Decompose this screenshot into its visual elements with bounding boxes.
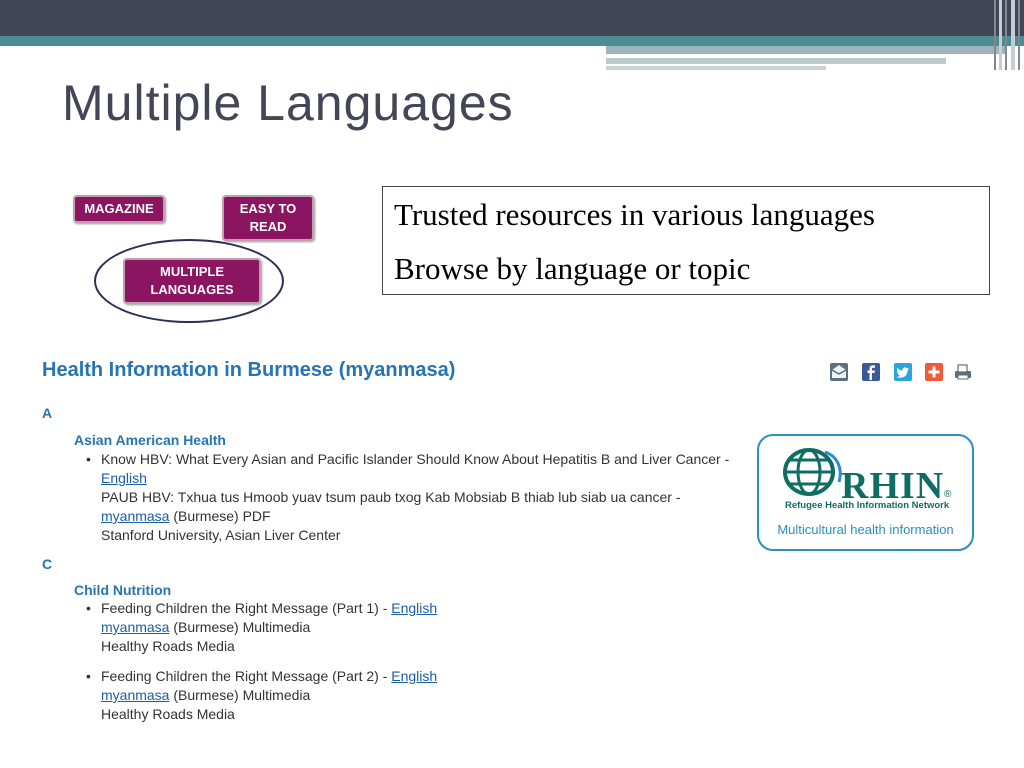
multiple-languages-button[interactable]: MULTIPLE LANGUAGES	[123, 258, 261, 304]
rhin-tagline: Multicultural health information	[777, 522, 954, 537]
section-letter: A	[42, 405, 53, 421]
item-title: Feeding Children the Right Message (Part…	[101, 600, 388, 616]
slide-title: Multiple Languages	[62, 75, 514, 131]
section-letter: C	[42, 556, 53, 572]
multiple-languages-label-line1: MULTIPLE	[159, 264, 225, 279]
myanmasa-link[interactable]: myanmasa	[101, 687, 169, 703]
myanmasa-link[interactable]: myanmasa	[101, 508, 169, 524]
globe-icon	[783, 448, 842, 496]
accent-strip	[606, 58, 946, 64]
easy-to-read-button[interactable]: EASY TO READ	[222, 195, 314, 241]
decor-line	[1018, 0, 1020, 70]
rhin-logo-box[interactable]: RHIN ® Refugee Health Information Networ…	[757, 434, 974, 551]
callout-line-1: Trusted resources in various languages	[394, 197, 875, 232]
myanmasa-link[interactable]: myanmasa	[101, 619, 169, 635]
item-title: Feeding Children the Right Message (Part…	[101, 668, 388, 684]
english-link[interactable]: English	[391, 668, 437, 684]
list-item: Feeding Children the Right Message (Part…	[101, 667, 741, 724]
slide-header-bar	[0, 0, 1024, 36]
facebook-icon[interactable]	[862, 363, 880, 381]
page-heading: Health Information in Burmese (myanmasa)	[42, 359, 456, 381]
easy-to-read-label-line2: READ	[249, 219, 287, 234]
decor-line	[999, 0, 1002, 70]
item-title-translated: PAUB HBV: Txhua tus Hmoob yuav tsum paub…	[101, 489, 681, 505]
print-icon[interactable]	[954, 363, 972, 381]
accent-strip	[606, 66, 826, 70]
twitter-icon[interactable]	[894, 363, 912, 381]
registered-mark: ®	[944, 489, 952, 500]
addthis-icon[interactable]	[925, 363, 943, 381]
callout-line-2: Browse by language or topic	[394, 251, 751, 286]
callout-box: Trusted resources in various languages B…	[382, 186, 990, 295]
list-item: Know HBV: What Every Asian and Pacific I…	[101, 450, 741, 545]
decor-line	[994, 0, 996, 70]
item-source: Healthy Roads Media	[101, 638, 235, 654]
multiple-languages-label-line2: LANGUAGES	[150, 282, 234, 297]
english-link[interactable]: English	[391, 600, 437, 616]
item-format: (Burmese) Multimedia	[173, 619, 311, 635]
list-item: Feeding Children the Right Message (Part…	[101, 599, 741, 656]
magazine-button[interactable]: MAGAZINE	[73, 195, 165, 223]
topic-heading[interactable]: Asian American Health	[74, 432, 226, 448]
item-title: Know HBV: What Every Asian and Pacific I…	[101, 451, 730, 467]
magazine-button-label: MAGAZINE	[84, 201, 154, 216]
bullet-icon: •	[86, 668, 91, 684]
item-format: (Burmese) Multimedia	[173, 687, 311, 703]
easy-to-read-label-line1: EASY TO	[239, 201, 297, 216]
bullet-icon: •	[86, 600, 91, 616]
decor-line	[1011, 0, 1015, 70]
decor-line	[1005, 0, 1007, 70]
item-source: Healthy Roads Media	[101, 706, 235, 722]
rhin-network-name: Refugee Health Information Network	[785, 500, 950, 511]
slide-accent-bar	[0, 36, 1024, 46]
english-link[interactable]: English	[101, 470, 147, 486]
topic-heading[interactable]: Child Nutrition	[74, 582, 171, 598]
bullet-icon: •	[86, 451, 91, 467]
email-icon[interactable]	[830, 363, 848, 381]
accent-strip	[606, 46, 1006, 54]
item-source: Stanford University, Asian Liver Center	[101, 527, 341, 543]
item-format: (Burmese) PDF	[173, 508, 271, 524]
